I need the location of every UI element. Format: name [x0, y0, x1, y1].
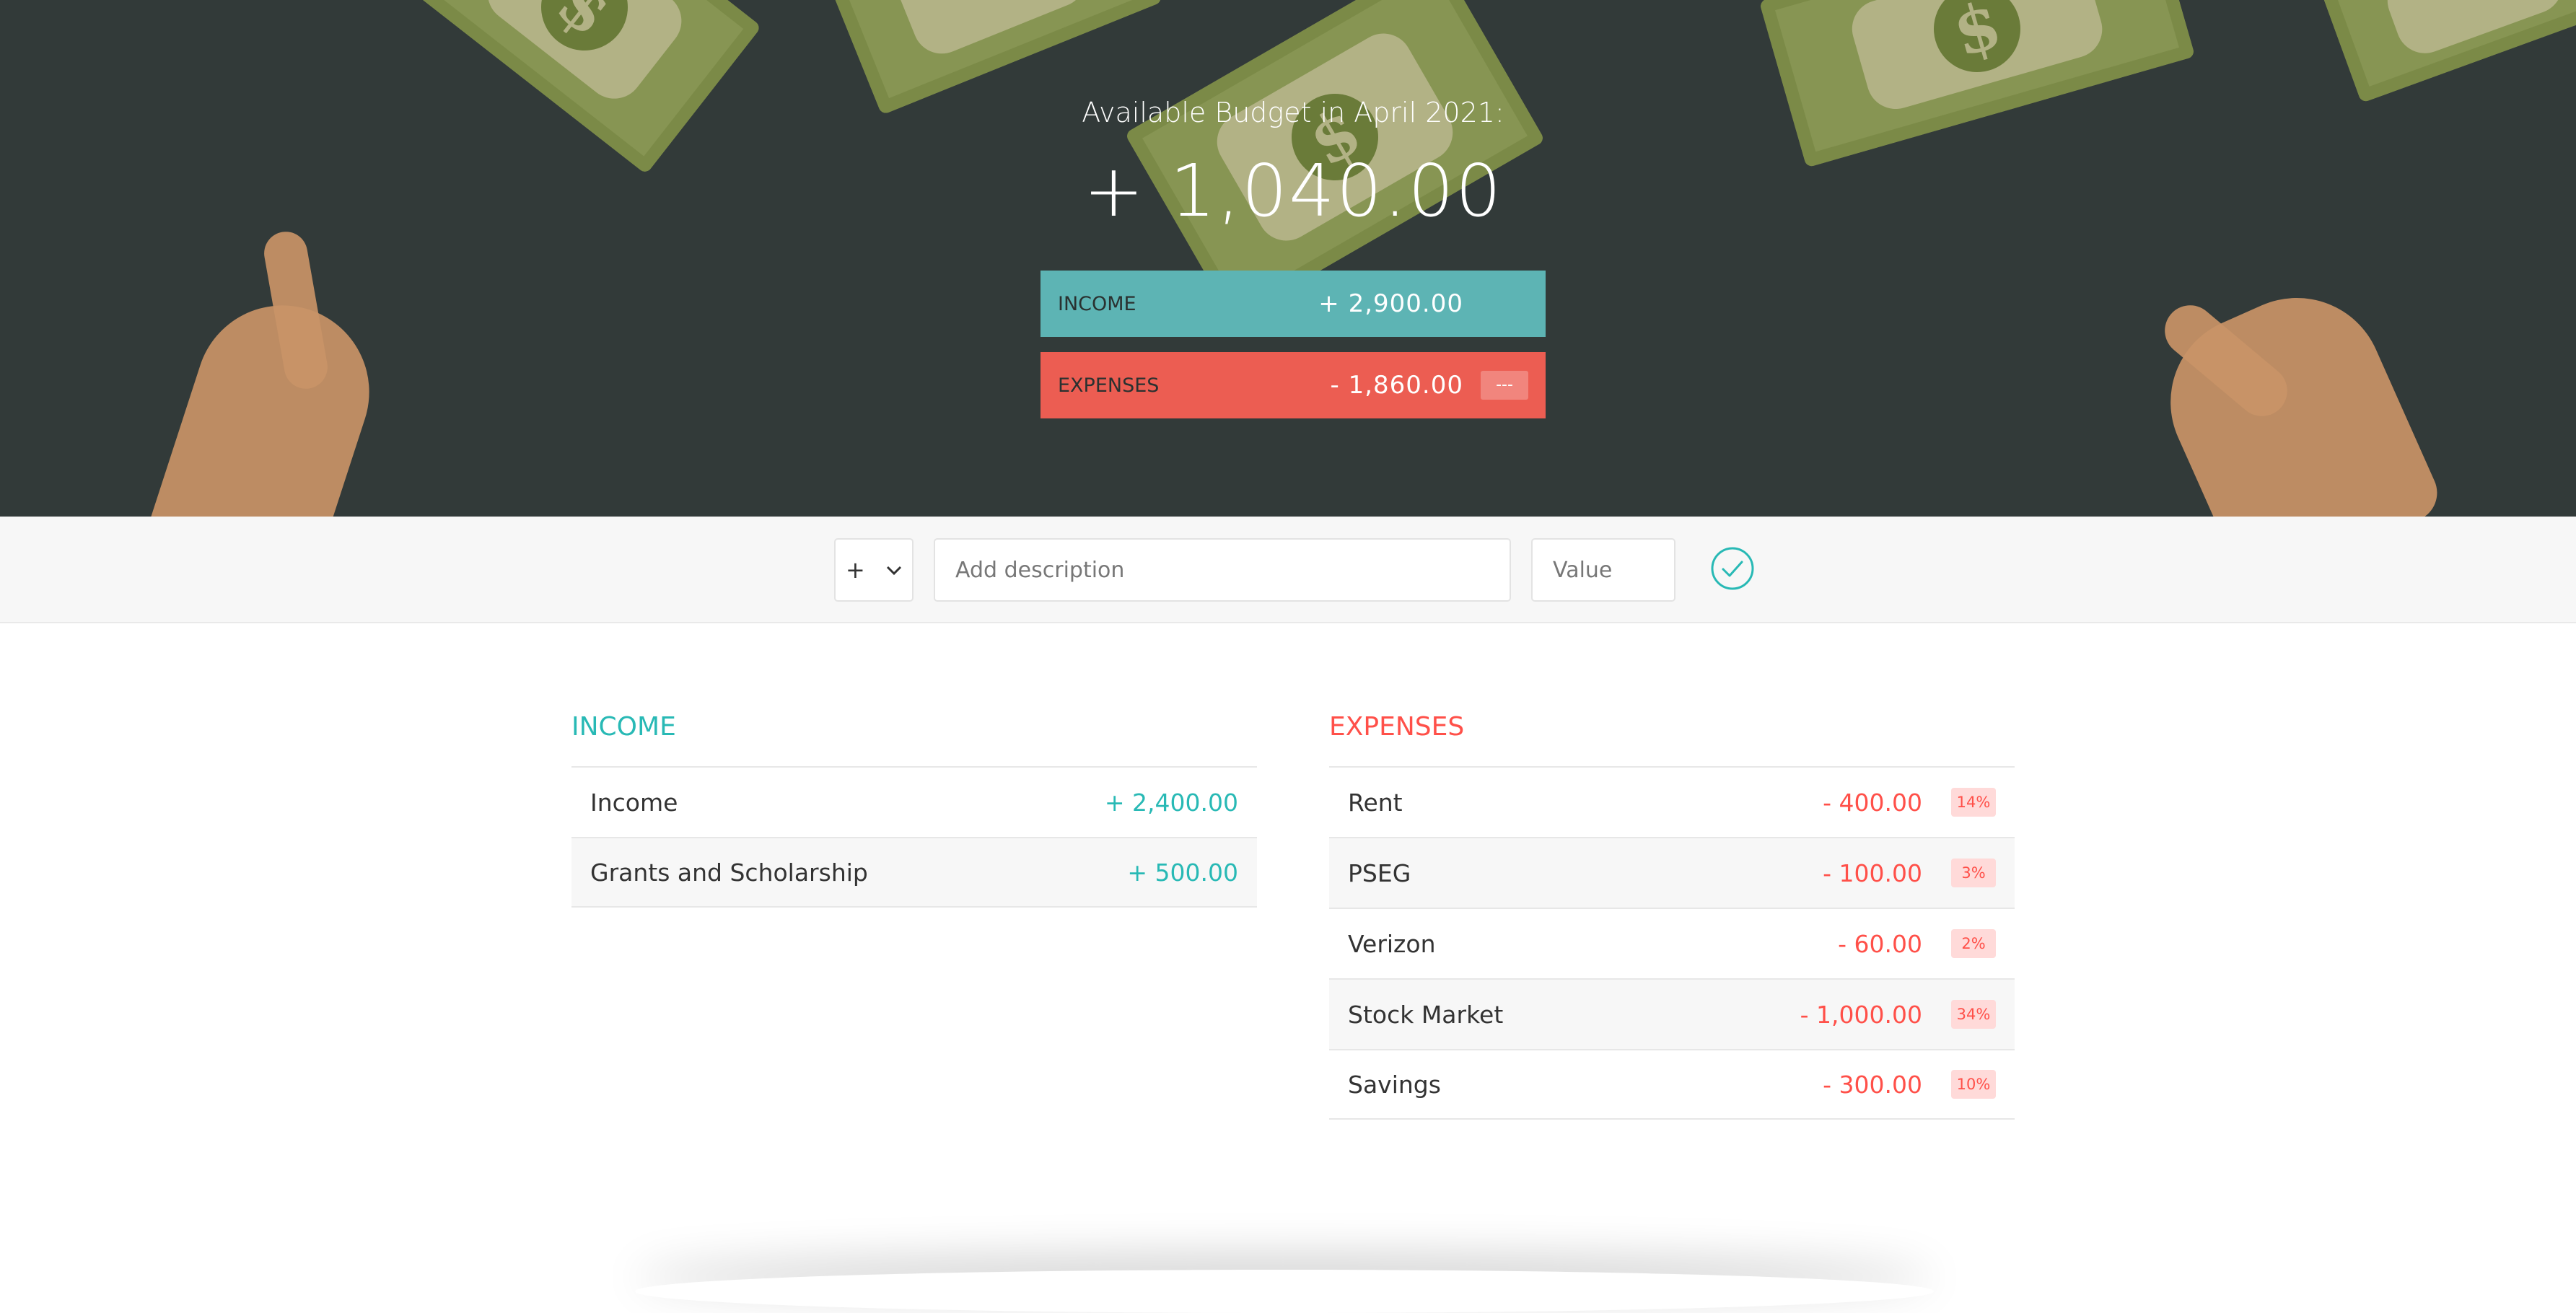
bottom-shadow-decoration: [635, 1270, 1934, 1313]
expenses-summary-percentage: ---: [1481, 371, 1528, 400]
budget-value: + 1,040.00: [1083, 149, 1503, 233]
expense-item[interactable]: Stock Market - 1,000.00 34%: [1329, 978, 2015, 1049]
money-bill-icon: [2317, 0, 2576, 103]
money-bill-icon: $: [407, 0, 762, 175]
expense-item-percentage: 2%: [1951, 929, 1996, 958]
expense-item-description: Stock Market: [1348, 1000, 1504, 1029]
expense-item-description: Savings: [1348, 1070, 1441, 1099]
expense-item-value: - 400.00: [1823, 788, 1922, 817]
income-list: Income Income + 2,400.00 Grants and Scho…: [571, 707, 1257, 908]
income-list-title: Income: [571, 712, 676, 742]
expense-item-percentage: 3%: [1951, 858, 1996, 887]
chevron-down-icon: [886, 559, 902, 581]
type-select-value: +: [846, 556, 865, 584]
income-summary-spacer: [1481, 289, 1528, 318]
expense-item-description: Verizon: [1348, 929, 1436, 958]
income-items: Income + 2,400.00 Grants and Scholarship…: [571, 766, 1257, 908]
type-select[interactable]: +: [834, 538, 914, 602]
income-summary: Income + 2,900.00: [1041, 271, 1546, 337]
expense-item-value: - 300.00: [1823, 1070, 1922, 1099]
description-input[interactable]: [934, 538, 1511, 602]
income-item[interactable]: Income + 2,400.00: [571, 766, 1257, 837]
income-item-description: Income: [590, 788, 678, 817]
expense-item-percentage: 14%: [1951, 788, 1996, 817]
expenses-summary-label: Expenses: [1058, 374, 1160, 397]
check-circle-icon: [1710, 546, 1755, 594]
income-item[interactable]: Grants and Scholarship + 500.00: [571, 837, 1257, 908]
expenses-list: Expenses Rent - 400.00 14% PSEG - 100.00…: [1329, 707, 2015, 1120]
expense-item-value: - 1,000.00: [1800, 1000, 1922, 1029]
income-summary-label: Income: [1058, 292, 1136, 315]
budget-title: Available Budget in April 2021:: [1082, 97, 1504, 128]
money-bill-icon: $: [1758, 0, 2196, 168]
add-item-bar: +: [0, 517, 2576, 623]
expense-item-percentage: 10%: [1951, 1070, 1996, 1099]
expense-item-description: Rent: [1348, 788, 1403, 817]
income-item-value: + 2,400.00: [1104, 788, 1238, 817]
expenses-summary-value: - 1,860.00: [1330, 371, 1463, 400]
expenses-items: Rent - 400.00 14% PSEG - 100.00 3% Veriz…: [1329, 766, 2015, 1120]
add-button[interactable]: [1710, 538, 1755, 602]
expense-item[interactable]: Verizon - 60.00 2%: [1329, 908, 2015, 978]
expense-item[interactable]: Rent - 400.00 14%: [1329, 766, 2015, 837]
income-item-value: + 500.00: [1127, 858, 1238, 887]
expense-item-value: - 60.00: [1838, 929, 1922, 958]
expense-item-value: - 100.00: [1823, 858, 1922, 887]
income-summary-value: + 2,900.00: [1318, 289, 1463, 318]
expense-item-percentage: 34%: [1951, 1000, 1996, 1029]
income-item-description: Grants and Scholarship: [590, 858, 868, 887]
budget-summary: Available Budget in April 2021: + 1,040.…: [1041, 0, 1546, 517]
expense-item-description: PSEG: [1348, 858, 1411, 887]
expenses-list-title: Expenses: [1329, 712, 1465, 742]
expense-item[interactable]: Savings - 300.00 10%: [1329, 1049, 2015, 1120]
value-input[interactable]: [1531, 538, 1675, 602]
expense-item[interactable]: PSEG - 100.00 3%: [1329, 837, 2015, 908]
expenses-summary: Expenses - 1,860.00 ---: [1041, 352, 1546, 418]
budget-header: $ $ $ Available Budget in April 2021: + …: [0, 0, 2576, 517]
hand-illustration: [142, 283, 392, 517]
